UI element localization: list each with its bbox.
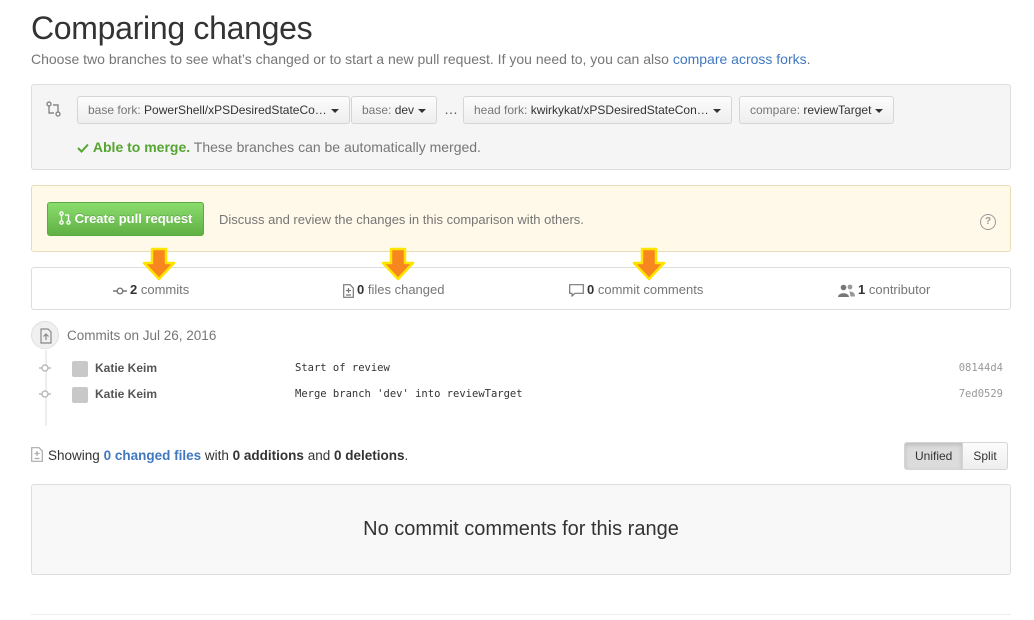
base-fork-label: base fork: bbox=[88, 103, 141, 117]
head-fork-value: kwirkykat/xPSDesiredStateCon… bbox=[530, 103, 709, 117]
chevron-down-icon bbox=[418, 108, 427, 113]
base-branch-select[interactable]: base: dev bbox=[351, 96, 438, 124]
contributors-label: contributor bbox=[868, 282, 931, 297]
commit-comments-blankslate: No commit comments for this range bbox=[31, 484, 1011, 575]
commit-row: Katie Keim Merge branch 'dev' into revie… bbox=[31, 382, 1011, 408]
base-fork-value: PowerShell/xPSDesiredStateCo… bbox=[144, 103, 327, 117]
range-separator: … bbox=[444, 101, 459, 117]
commit-date-icon bbox=[31, 321, 59, 349]
chevron-down-icon bbox=[875, 108, 884, 113]
compare-across-forks-link[interactable]: compare across forks bbox=[673, 51, 807, 67]
commit-sha-link[interactable]: 08144d4 bbox=[959, 362, 1003, 374]
contributors-tab[interactable]: 1 contributor bbox=[838, 282, 931, 298]
deletions-count: 0 deletions bbox=[333, 448, 405, 463]
avatar[interactable] bbox=[72, 361, 88, 377]
base-label: base: bbox=[362, 103, 392, 117]
blankslate-heading: No commit comments for this range bbox=[363, 518, 679, 540]
files-changed-tab[interactable]: 0 files changed bbox=[343, 282, 444, 298]
compare-label: compare: bbox=[750, 103, 801, 117]
git-compare-icon bbox=[46, 101, 61, 117]
commit-icon bbox=[39, 364, 51, 372]
diff-summary: Showing 0 changed files with 0 additions… bbox=[31, 447, 408, 463]
split-view-button[interactable]: Split bbox=[963, 442, 1008, 470]
avatar[interactable] bbox=[72, 387, 88, 403]
base-fork-select[interactable]: base fork: PowerShell/xPSDesiredStateCo… bbox=[77, 96, 350, 124]
changed-files-link[interactable]: 0 changed files bbox=[104, 448, 202, 463]
merge-status-detail: These branches can be automatically merg… bbox=[193, 139, 481, 155]
commit-author-link[interactable]: Katie Keim bbox=[95, 387, 157, 401]
chevron-down-icon bbox=[330, 108, 339, 113]
commits-count: 2 bbox=[130, 282, 138, 297]
question-icon[interactable]: ? bbox=[980, 214, 996, 230]
and-label: and bbox=[307, 448, 331, 463]
unified-view-button[interactable]: Unified bbox=[904, 442, 964, 470]
subtitle-text: Choose two branches to see what’s change… bbox=[31, 51, 673, 67]
comments-count: 0 bbox=[587, 282, 595, 297]
commits-tab[interactable]: 2 commits bbox=[113, 282, 189, 297]
head-fork-label: head fork: bbox=[474, 103, 528, 117]
commit-comments-tab[interactable]: 0 commit comments bbox=[569, 282, 704, 298]
annotation-arrow-icon bbox=[142, 247, 176, 281]
people-icon bbox=[838, 284, 855, 298]
merge-status: Able to merge. These branches can be aut… bbox=[77, 139, 481, 155]
files-count: 0 bbox=[357, 282, 365, 297]
range-editor: base fork: PowerShell/xPSDesiredStateCo…… bbox=[31, 84, 1011, 170]
showing-label: Showing bbox=[48, 448, 100, 463]
commit-message-link[interactable]: Merge branch 'dev' into reviewTarget bbox=[295, 388, 523, 400]
subtitle-end: . bbox=[806, 51, 811, 67]
create-pull-request-button[interactable]: Create pull request bbox=[47, 202, 205, 236]
file-diff-icon bbox=[31, 447, 43, 462]
additions-count: 0 additions bbox=[232, 448, 304, 463]
commit-icon bbox=[39, 390, 51, 398]
page-title: Comparing changes bbox=[31, 10, 313, 46]
create-pull-request-label: Create pull request bbox=[74, 211, 193, 226]
commit-sha-link[interactable]: 7ed0529 bbox=[959, 388, 1003, 400]
commits-label: commits bbox=[140, 282, 190, 297]
file-diff-icon bbox=[343, 283, 354, 298]
annotation-arrow-icon bbox=[381, 247, 415, 281]
comments-label: commit comments bbox=[597, 282, 704, 297]
commit-row: Katie Keim Start of review 08144d4 bbox=[31, 356, 1011, 382]
chevron-down-icon bbox=[712, 108, 721, 113]
annotation-arrow-icon bbox=[632, 247, 666, 281]
head-fork-select[interactable]: head fork: kwirkykat/xPSDesiredStateCon… bbox=[463, 96, 732, 124]
pull-request-icon bbox=[59, 211, 71, 225]
footer-divider bbox=[31, 614, 1011, 615]
with-label: with bbox=[204, 448, 229, 463]
pr-description: Discuss and review the changes in this c… bbox=[219, 212, 584, 227]
commit-message-link[interactable]: Start of review bbox=[295, 362, 390, 374]
comment-icon bbox=[569, 284, 584, 298]
files-label: files changed bbox=[367, 282, 445, 297]
page-subtitle: Choose two branches to see what’s change… bbox=[31, 51, 811, 67]
compare-branch-select[interactable]: compare: reviewTarget bbox=[739, 96, 895, 124]
merge-status-label: Able to merge. bbox=[92, 139, 191, 155]
create-pr-box: Create pull request Discuss and review t… bbox=[31, 185, 1011, 252]
contributors-count: 1 bbox=[858, 282, 866, 297]
commit-date-label: Commits on Jul 26, 2016 bbox=[67, 328, 217, 343]
summary-period: . bbox=[404, 448, 409, 463]
overall-summary: 2 commits 0 files changed 0 commit comme… bbox=[31, 267, 1011, 310]
compare-value: reviewTarget bbox=[803, 103, 872, 117]
commit-author-link[interactable]: Katie Keim bbox=[95, 361, 157, 375]
base-value: dev bbox=[394, 103, 415, 117]
diff-view-toggle: Unified Split bbox=[904, 442, 1008, 470]
check-icon bbox=[77, 143, 89, 153]
commit-icon bbox=[113, 287, 127, 295]
